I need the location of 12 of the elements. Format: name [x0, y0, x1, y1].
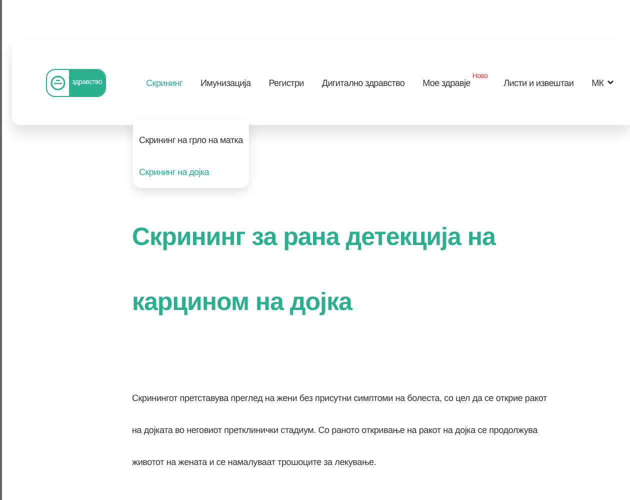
nav-link[interactable]: Листи и извештаи [504, 78, 574, 88]
language-dropdown[interactable]: МК [592, 78, 614, 88]
nav-link[interactable]: Имунизација [200, 78, 251, 88]
menu-item[interactable]: Скрининг на грло на матка [139, 134, 243, 146]
logo-icon [50, 74, 66, 90]
nav-link[interactable]: Дигитално здравство [322, 78, 405, 88]
page-title: Скрининг за рана детекција на карцином на дојка [132, 222, 497, 318]
nav-link[interactable]: Мое здравје [422, 78, 470, 88]
intro-paragraph: Скринингот претставува преглед на жени без присутни симптоми на болеста, со цел да се открие ракот на дојката во неговиот претклинички стадиум. Со раното откривање на ракот на дојка се продолжува животот на жената и се намалуваат трошоците за лекување. [132, 392, 548, 469]
new-label: Ново [472, 73, 488, 80]
nav-link[interactable]: Регистри [268, 78, 304, 88]
caret-icon [606, 80, 614, 85]
